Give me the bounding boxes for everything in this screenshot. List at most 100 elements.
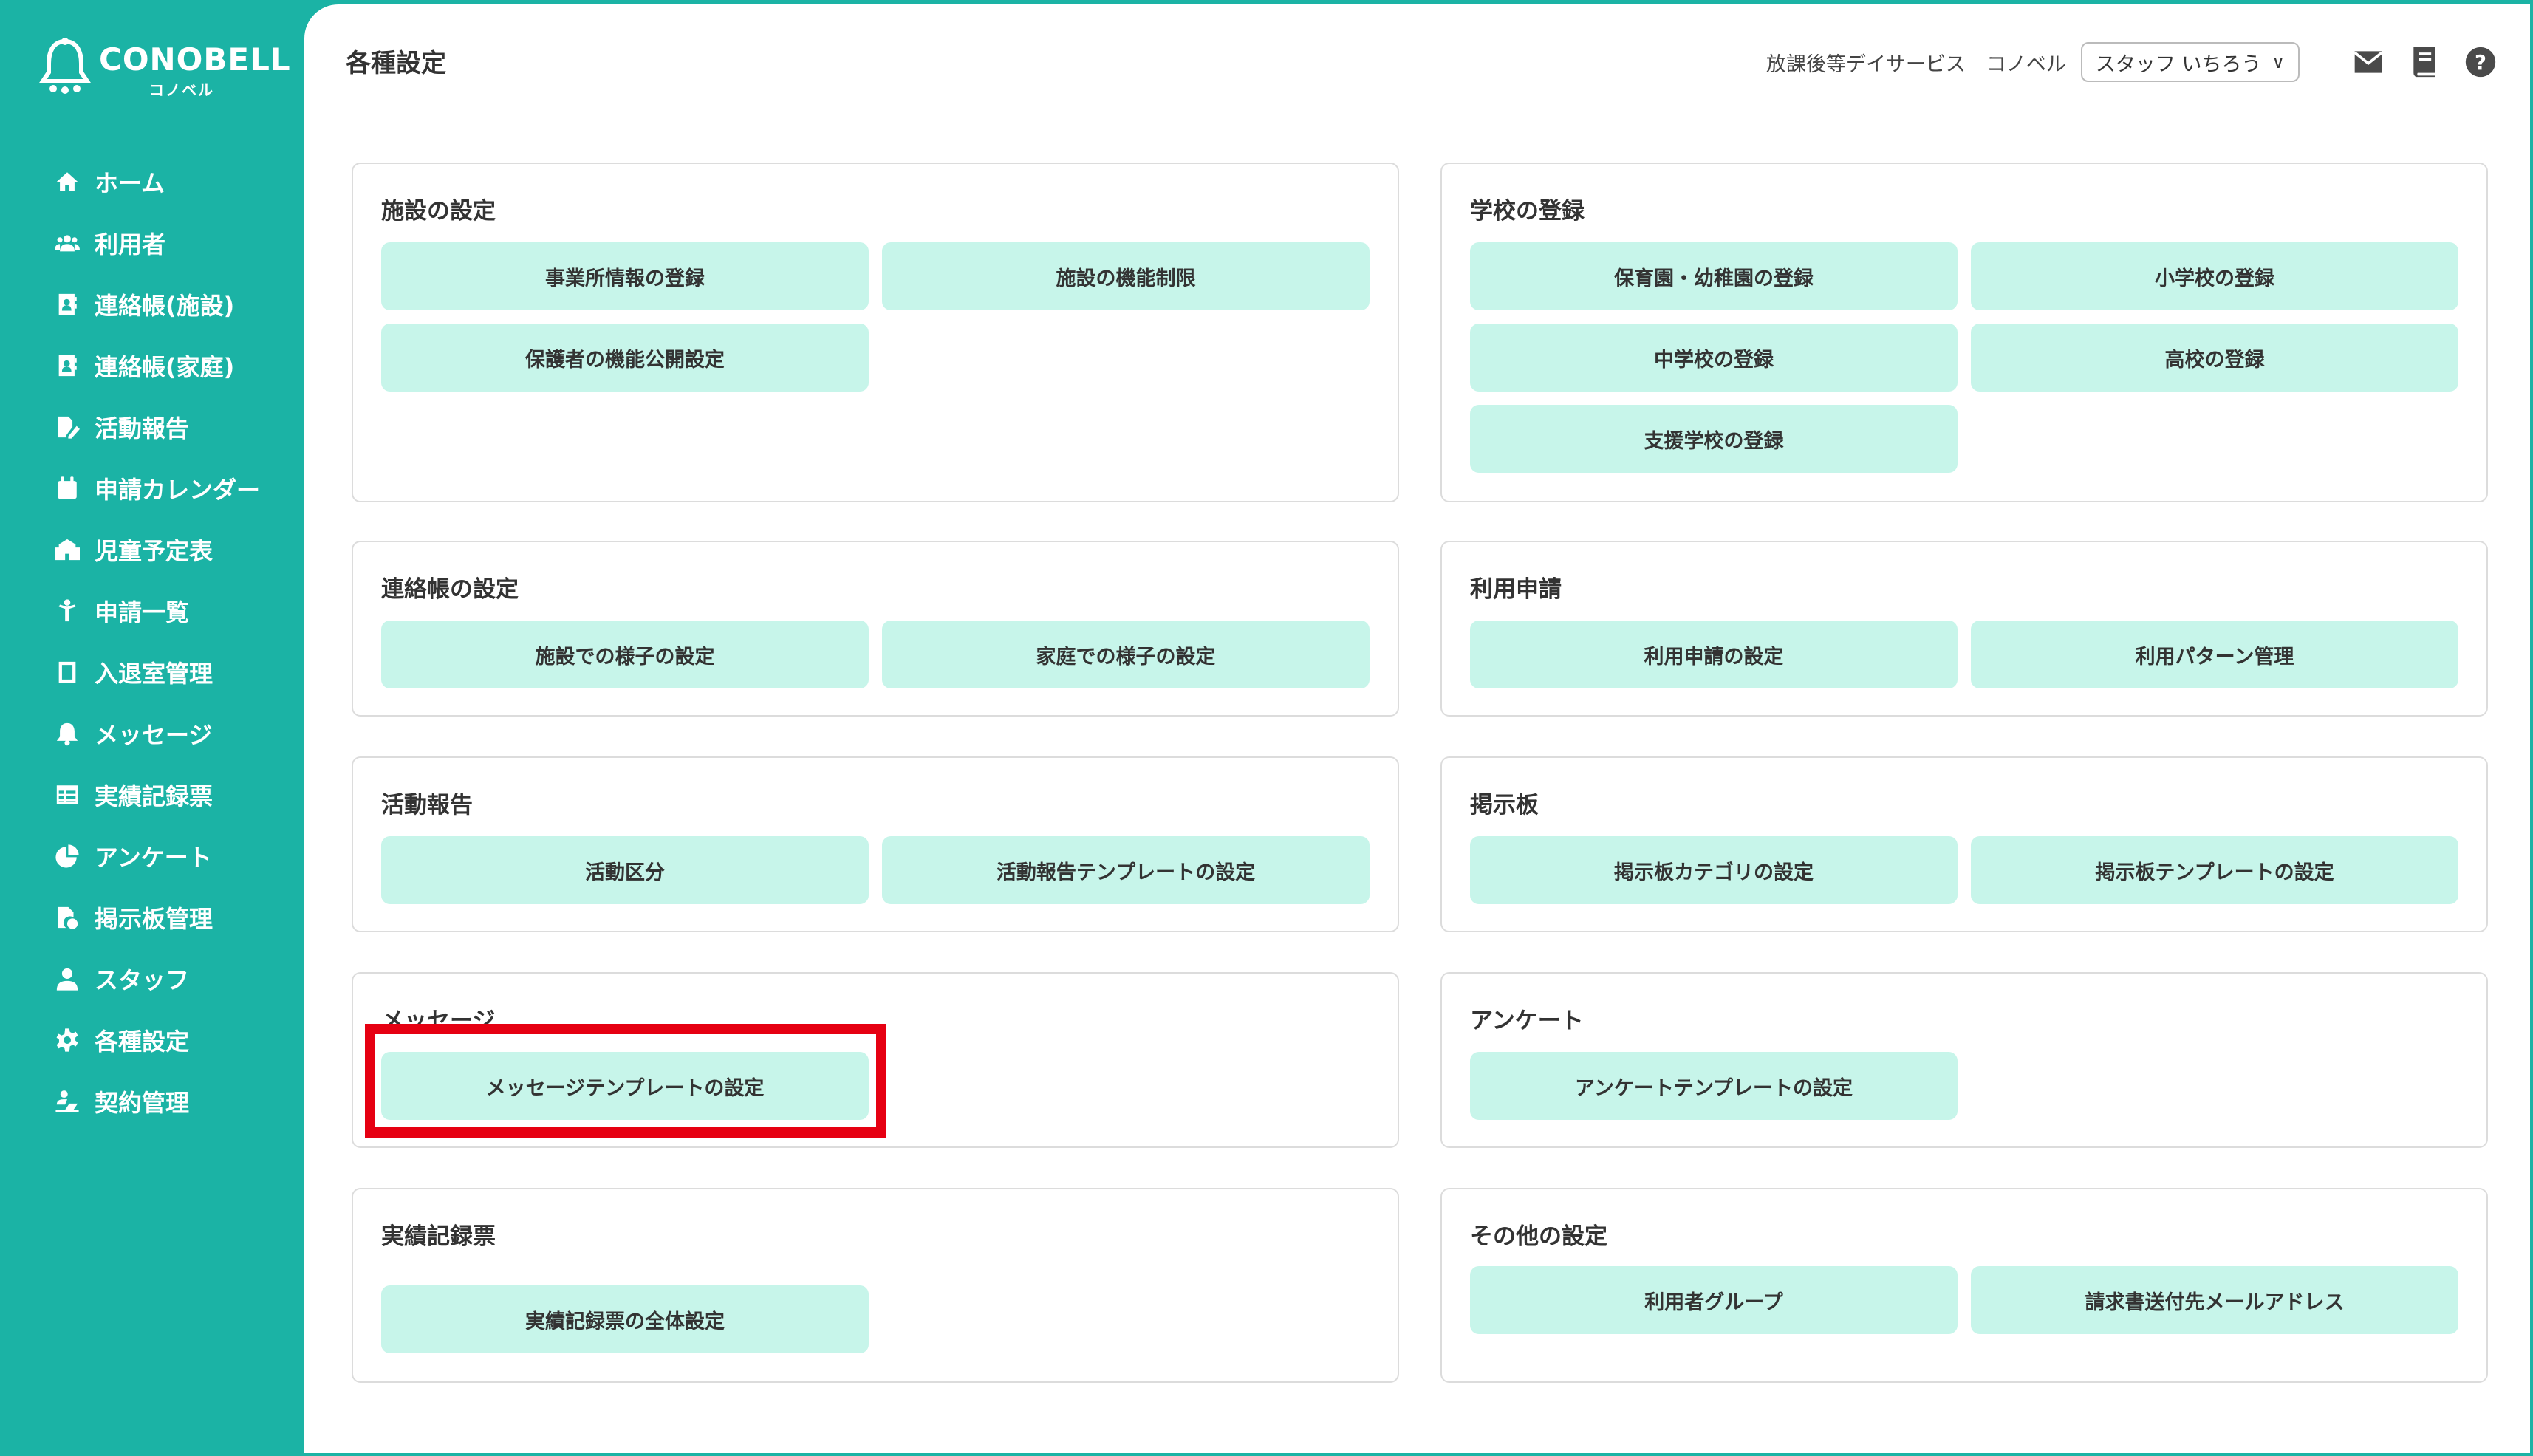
- usage-pattern-button[interactable]: 利用パターン管理: [1971, 621, 2458, 688]
- sidebar-item-staff[interactable]: スタッフ: [0, 948, 304, 1009]
- sidebar-item-label: 連絡帳(施設): [95, 291, 235, 320]
- sidebar-item-application-list[interactable]: 申請一覧: [0, 580, 304, 641]
- sidebar-item-message[interactable]: メッセージ: [0, 703, 304, 764]
- card-title: 利用申請: [1470, 576, 1562, 603]
- sidebar-item-child-schedule[interactable]: 児童予定表: [0, 519, 304, 580]
- sidebar-item-label: 児童予定表: [95, 536, 213, 565]
- survey-template-button[interactable]: アンケートテンプレートの設定: [1470, 1052, 1958, 1120]
- sidebar-item-label: ホーム: [95, 168, 165, 197]
- sidebar-item-survey[interactable]: アンケート: [0, 825, 304, 886]
- sidebar-item-board-management[interactable]: 掲示板管理: [0, 886, 304, 948]
- sidebar-item-label: メッセージ: [95, 720, 213, 749]
- home-icon: [55, 169, 80, 194]
- chevron-down-icon: ∨: [2272, 52, 2285, 72]
- calendar-icon: [55, 476, 80, 501]
- board-category-button[interactable]: 掲示板カテゴリの設定: [1470, 836, 1958, 904]
- help-icon[interactable]: ?: [2464, 45, 2498, 79]
- card-title: アンケート: [1470, 1008, 1584, 1034]
- card-title: 施設の設定: [381, 198, 496, 225]
- high-school-button[interactable]: 高校の登録: [1971, 324, 2458, 392]
- users-icon: [55, 230, 80, 256]
- sidebar-item-contact-facility[interactable]: 連絡帳(施設): [0, 273, 304, 335]
- contact-book-icon: [55, 292, 80, 317]
- nursery-kindergarten-button[interactable]: 保育園・幼稚園の登録: [1470, 242, 1958, 310]
- card-survey: アンケート アンケートテンプレートの設定: [1440, 972, 2488, 1148]
- organization-name: コノベル: [1986, 52, 2066, 76]
- sidebar-item-label: 申請一覧: [95, 598, 190, 626]
- page-title: 各種設定: [346, 49, 446, 78]
- logo-subtext: コノベル: [149, 81, 214, 99]
- sidebar-item-label: アンケート: [95, 843, 212, 872]
- card-bulletin-board: 掲示板 掲示板カテゴリの設定 掲示板テンプレートの設定: [1440, 756, 2488, 932]
- conobell-logo[interactable]: CONOBELL コノベル: [38, 31, 290, 105]
- card-activity-report: 活動報告 活動区分 活動報告テンプレートの設定: [352, 756, 1399, 932]
- card-message: メッセージ メッセージテンプレートの設定: [352, 972, 1399, 1148]
- card-performance-record: 実績記録票 実績記録票の全体設定: [352, 1188, 1399, 1383]
- sidebar-item-settings[interactable]: 各種設定: [0, 1009, 304, 1070]
- card-title: メッセージ: [381, 1008, 496, 1034]
- gear-icon: [55, 1028, 80, 1053]
- usage-application-setting-button[interactable]: 利用申請の設定: [1470, 621, 1958, 688]
- sidebar-item-label: 利用者: [95, 230, 166, 259]
- school-icon: [55, 537, 80, 562]
- card-title: 学校の登録: [1470, 198, 1585, 225]
- card-other-settings: その他の設定 利用者グループ 請求書送付先メールアドレス: [1440, 1188, 2488, 1383]
- sidebar-item-users[interactable]: 利用者: [0, 212, 304, 273]
- junior-high-school-button[interactable]: 中学校の登録: [1470, 324, 1958, 392]
- sidebar-item-label: 各種設定: [95, 1027, 190, 1056]
- sidebar-item-label: 連絡帳(家庭): [95, 352, 235, 381]
- mail-icon[interactable]: [2351, 45, 2385, 79]
- sidebar-item-label: 実績記録票: [95, 782, 213, 810]
- home-status-setting-button[interactable]: 家庭での様子の設定: [882, 621, 1370, 688]
- activity-category-button[interactable]: 活動区分: [381, 836, 869, 904]
- guardian-feature-publish-button[interactable]: 保護者の機能公開設定: [381, 324, 869, 392]
- sidebar-item-attendance[interactable]: 入退室管理: [0, 641, 304, 703]
- report-edit-icon: [55, 414, 80, 440]
- pie-chart-icon: [55, 844, 80, 869]
- card-facility-settings: 施設の設定 事業所情報の登録 施設の機能制限 保護者の機能公開設定: [352, 163, 1399, 502]
- sidebar-item-label: 申請カレンダー: [95, 475, 261, 504]
- door-icon: [55, 660, 80, 685]
- office-info-button[interactable]: 事業所情報の登録: [381, 242, 869, 310]
- bell-icon: [55, 721, 80, 746]
- card-title: 連絡帳の設定: [381, 576, 519, 603]
- activity-report-template-button[interactable]: 活動報告テンプレートの設定: [882, 836, 1370, 904]
- sidebar-item-contract[interactable]: 契約管理: [0, 1070, 304, 1132]
- performance-record-global-button[interactable]: 実績記録票の全体設定: [381, 1285, 869, 1353]
- book-icon[interactable]: [2407, 45, 2441, 79]
- main-panel: 各種設定 放課後等デイサービス コノベル スタッフ いちろう ∨ ? 施設の設定…: [304, 4, 2530, 1453]
- sidebar-item-label: 活動報告: [95, 414, 190, 442]
- sidebar-item-label: スタッフ: [95, 965, 190, 994]
- sidebar-nav: ホーム 利用者 連絡帳(施設) 連絡帳(家庭) 活動報告 申請カレンダー 児童予…: [0, 151, 304, 1132]
- support-school-button[interactable]: 支援学校の登録: [1470, 405, 1958, 473]
- svg-text:?: ?: [2475, 51, 2486, 75]
- elementary-school-button[interactable]: 小学校の登録: [1971, 242, 2458, 310]
- board-template-button[interactable]: 掲示板テンプレートの設定: [1971, 836, 2458, 904]
- facility-feature-limit-button[interactable]: 施設の機能制限: [882, 242, 1370, 310]
- staff-select-value: スタッフ いちろう: [2095, 52, 2262, 76]
- card-title: その他の設定: [1470, 1223, 1607, 1250]
- sidebar-item-label: 掲示板管理: [95, 904, 213, 933]
- facility-name: 放課後等デイサービス: [1765, 52, 1966, 76]
- sidebar-item-activity-report[interactable]: 活動報告: [0, 396, 304, 457]
- sidebar-item-performance-record[interactable]: 実績記録票: [0, 764, 304, 825]
- sidebar: CONOBELL コノベル ホーム 利用者 連絡帳(施設) 連絡帳(家庭) 活動…: [0, 0, 304, 1456]
- board-file-icon: [55, 905, 80, 930]
- sidebar-item-label: 契約管理: [95, 1088, 190, 1117]
- user-group-button[interactable]: 利用者グループ: [1470, 1266, 1958, 1334]
- sidebar-item-home[interactable]: ホーム: [0, 151, 304, 212]
- sidebar-item-application-calendar[interactable]: 申請カレンダー: [0, 457, 304, 519]
- table-icon: [55, 782, 80, 807]
- invoice-email-button[interactable]: 請求書送付先メールアドレス: [1971, 1266, 2458, 1334]
- topbar: 放課後等デイサービス コノベル スタッフ いちろう ∨ ?: [1766, 40, 2498, 84]
- sidebar-item-contact-home[interactable]: 連絡帳(家庭): [0, 335, 304, 396]
- card-usage-application: 利用申請 利用申請の設定 利用パターン管理: [1440, 541, 2488, 717]
- facility-status-setting-button[interactable]: 施設での様子の設定: [381, 621, 869, 688]
- card-title: 活動報告: [381, 792, 473, 818]
- logo-text: CONOBELL: [99, 41, 291, 78]
- staff-icon: [55, 966, 80, 991]
- sidebar-item-label: 入退室管理: [95, 659, 213, 688]
- message-template-button[interactable]: メッセージテンプレートの設定: [381, 1052, 869, 1120]
- staff-select[interactable]: スタッフ いちろう ∨: [2080, 42, 2300, 82]
- card-title: 掲示板: [1470, 792, 1539, 818]
